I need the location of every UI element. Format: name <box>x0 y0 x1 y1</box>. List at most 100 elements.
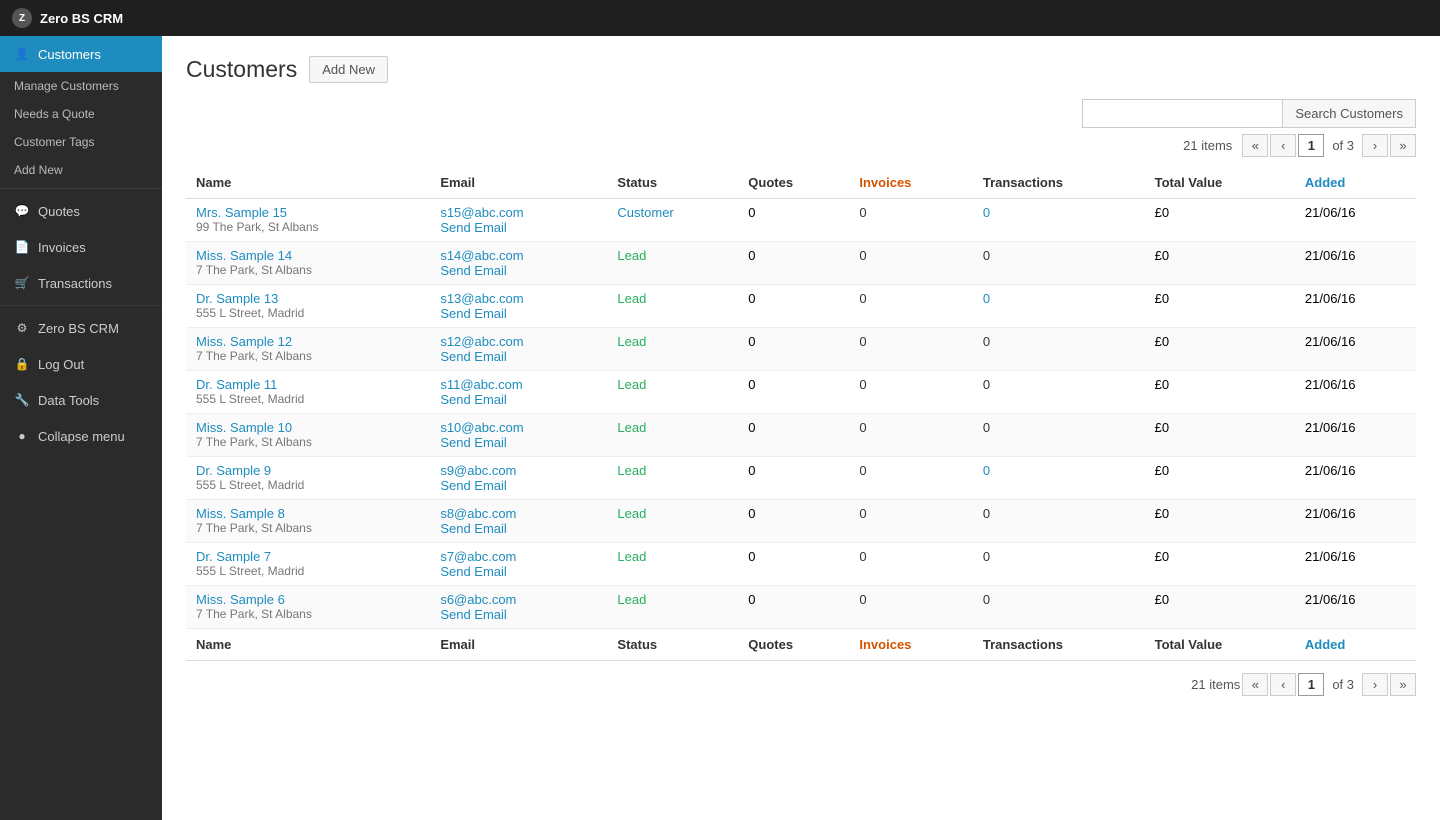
app-icon: Z <box>12 8 32 28</box>
customer-email-link-2[interactable]: s13@abc.com <box>440 291 523 306</box>
cell-quotes-1: 0 <box>738 242 849 285</box>
cell-invoices-1: 0 <box>849 242 972 285</box>
cell-transactions-9: 0 <box>973 586 1145 629</box>
sidebar-label-transactions: Transactions <box>38 276 112 291</box>
customer-name-link-8[interactable]: Dr. Sample 7 <box>196 549 271 564</box>
cell-added-1: 21/06/16 <box>1295 242 1416 285</box>
sidebar-item-collapse-menu[interactable]: ● Collapse menu <box>0 418 162 454</box>
customer-email-link-6[interactable]: s9@abc.com <box>440 463 516 478</box>
table-row: Dr. Sample 11 555 L Street, Madrid s11@a… <box>186 371 1416 414</box>
prev-page-button-bottom[interactable]: ‹ <box>1270 673 1296 696</box>
customer-name-link-0[interactable]: Mrs. Sample 15 <box>196 205 287 220</box>
customer-address-2: 555 L Street, Madrid <box>196 306 420 320</box>
tools-icon: 🔧 <box>14 392 30 408</box>
cell-invoices-4: 0 <box>849 371 972 414</box>
last-page-button-top[interactable]: » <box>1390 134 1416 157</box>
cell-email-1: s14@abc.com Send Email <box>430 242 607 285</box>
cell-quotes-9: 0 <box>738 586 849 629</box>
cell-quotes-7: 0 <box>738 500 849 543</box>
customer-name-link-4[interactable]: Dr. Sample 11 <box>196 377 277 392</box>
sidebar-item-invoices[interactable]: 📄 Invoices <box>0 229 162 265</box>
cell-status-8: Lead <box>607 543 738 586</box>
sidebar-label-customers: Customers <box>38 47 101 62</box>
customer-name-link-1[interactable]: Miss. Sample 14 <box>196 248 292 263</box>
sidebar: 👤 Customers Manage Customers Needs a Quo… <box>0 36 162 820</box>
sidebar-item-zero-bs-crm[interactable]: ⚙ Zero BS CRM <box>0 310 162 346</box>
first-page-button-bottom[interactable]: « <box>1242 673 1268 696</box>
customer-name-link-3[interactable]: Miss. Sample 12 <box>196 334 292 349</box>
search-input[interactable] <box>1082 99 1282 128</box>
current-page-top[interactable]: 1 <box>1298 134 1324 157</box>
search-button[interactable]: Search Customers <box>1282 99 1416 128</box>
col-header-status: Status <box>607 167 738 199</box>
sidebar-label-logout: Log Out <box>38 357 84 372</box>
sidebar-item-manage-customers[interactable]: Manage Customers <box>0 72 162 100</box>
cell-total-value-9: £0 <box>1145 586 1295 629</box>
status-badge-7: Lead <box>617 506 646 521</box>
customer-email-link-4[interactable]: s11@abc.com <box>440 377 522 392</box>
cell-total-value-4: £0 <box>1145 371 1295 414</box>
customer-email-link-7[interactable]: s8@abc.com <box>440 506 516 521</box>
sidebar-item-needs-quote[interactable]: Needs a Quote <box>0 100 162 128</box>
customer-name-link-9[interactable]: Miss. Sample 6 <box>196 592 285 607</box>
cell-transactions-4: 0 <box>973 371 1145 414</box>
divider-2 <box>0 305 162 306</box>
send-email-link-0[interactable]: Send Email <box>440 220 506 235</box>
cell-invoices-7: 0 <box>849 500 972 543</box>
current-page-bottom[interactable]: 1 <box>1298 673 1324 696</box>
cell-added-9: 21/06/16 <box>1295 586 1416 629</box>
prev-page-button-top[interactable]: ‹ <box>1270 134 1296 157</box>
sidebar-item-customers[interactable]: 👤 Customers <box>0 36 162 72</box>
sidebar-item-add-new[interactable]: Add New <box>0 156 162 184</box>
send-email-link-5[interactable]: Send Email <box>440 435 506 450</box>
send-email-link-3[interactable]: Send Email <box>440 349 506 364</box>
cell-transactions-2: 0 <box>973 285 1145 328</box>
sidebar-item-logout[interactable]: 🔒 Log Out <box>0 346 162 382</box>
cell-quotes-6: 0 <box>738 457 849 500</box>
send-email-link-2[interactable]: Send Email <box>440 306 506 321</box>
sidebar-item-customer-tags[interactable]: Customer Tags <box>0 128 162 156</box>
cell-name-2: Dr. Sample 13 555 L Street, Madrid <box>186 285 430 328</box>
send-email-link-6[interactable]: Send Email <box>440 478 506 493</box>
customer-name-link-2[interactable]: Dr. Sample 13 <box>196 291 278 306</box>
cell-total-value-5: £0 <box>1145 414 1295 457</box>
send-email-link-8[interactable]: Send Email <box>440 564 506 579</box>
cell-invoices-0: 0 <box>849 199 972 242</box>
cell-name-1: Miss. Sample 14 7 The Park, St Albans <box>186 242 430 285</box>
customer-email-link-5[interactable]: s10@abc.com <box>440 420 523 435</box>
col-footer-total-value: Total Value <box>1145 629 1295 661</box>
cell-status-0: Customer <box>607 199 738 242</box>
customer-email-link-1[interactable]: s14@abc.com <box>440 248 523 263</box>
cell-email-5: s10@abc.com Send Email <box>430 414 607 457</box>
next-page-button-bottom[interactable]: › <box>1362 673 1388 696</box>
send-email-link-9[interactable]: Send Email <box>440 607 506 622</box>
customer-name-link-7[interactable]: Miss. Sample 8 <box>196 506 285 521</box>
cell-quotes-2: 0 <box>738 285 849 328</box>
last-page-button-bottom[interactable]: » <box>1390 673 1416 696</box>
send-email-link-4[interactable]: Send Email <box>440 392 506 407</box>
customer-email-link-0[interactable]: s15@abc.com <box>440 205 523 220</box>
sidebar-item-quotes[interactable]: 💬 Quotes <box>0 193 162 229</box>
next-page-button-top[interactable]: › <box>1362 134 1388 157</box>
customer-email-link-9[interactable]: s6@abc.com <box>440 592 516 607</box>
table-row: Miss. Sample 6 7 The Park, St Albans s6@… <box>186 586 1416 629</box>
cell-name-0: Mrs. Sample 15 99 The Park, St Albans <box>186 199 430 242</box>
customer-email-link-8[interactable]: s7@abc.com <box>440 549 516 564</box>
cell-transactions-6: 0 <box>973 457 1145 500</box>
sidebar-item-transactions[interactable]: 🛒 Transactions <box>0 265 162 301</box>
customer-address-6: 555 L Street, Madrid <box>196 478 420 492</box>
status-badge-4: Lead <box>617 377 646 392</box>
cell-name-5: Miss. Sample 10 7 The Park, St Albans <box>186 414 430 457</box>
cell-email-3: s12@abc.com Send Email <box>430 328 607 371</box>
send-email-link-1[interactable]: Send Email <box>440 263 506 278</box>
customer-email-link-3[interactable]: s12@abc.com <box>440 334 523 349</box>
first-page-button-top[interactable]: « <box>1242 134 1268 157</box>
customer-name-link-6[interactable]: Dr. Sample 9 <box>196 463 271 478</box>
cell-added-3: 21/06/16 <box>1295 328 1416 371</box>
add-new-button[interactable]: Add New <box>309 56 388 83</box>
send-email-link-7[interactable]: Send Email <box>440 521 506 536</box>
top-pagination-row: 21 items « ‹ 1 of 3 › » <box>186 134 1416 157</box>
customer-name-link-5[interactable]: Miss. Sample 10 <box>196 420 292 435</box>
app-title: Zero BS CRM <box>40 11 123 26</box>
sidebar-item-data-tools[interactable]: 🔧 Data Tools <box>0 382 162 418</box>
